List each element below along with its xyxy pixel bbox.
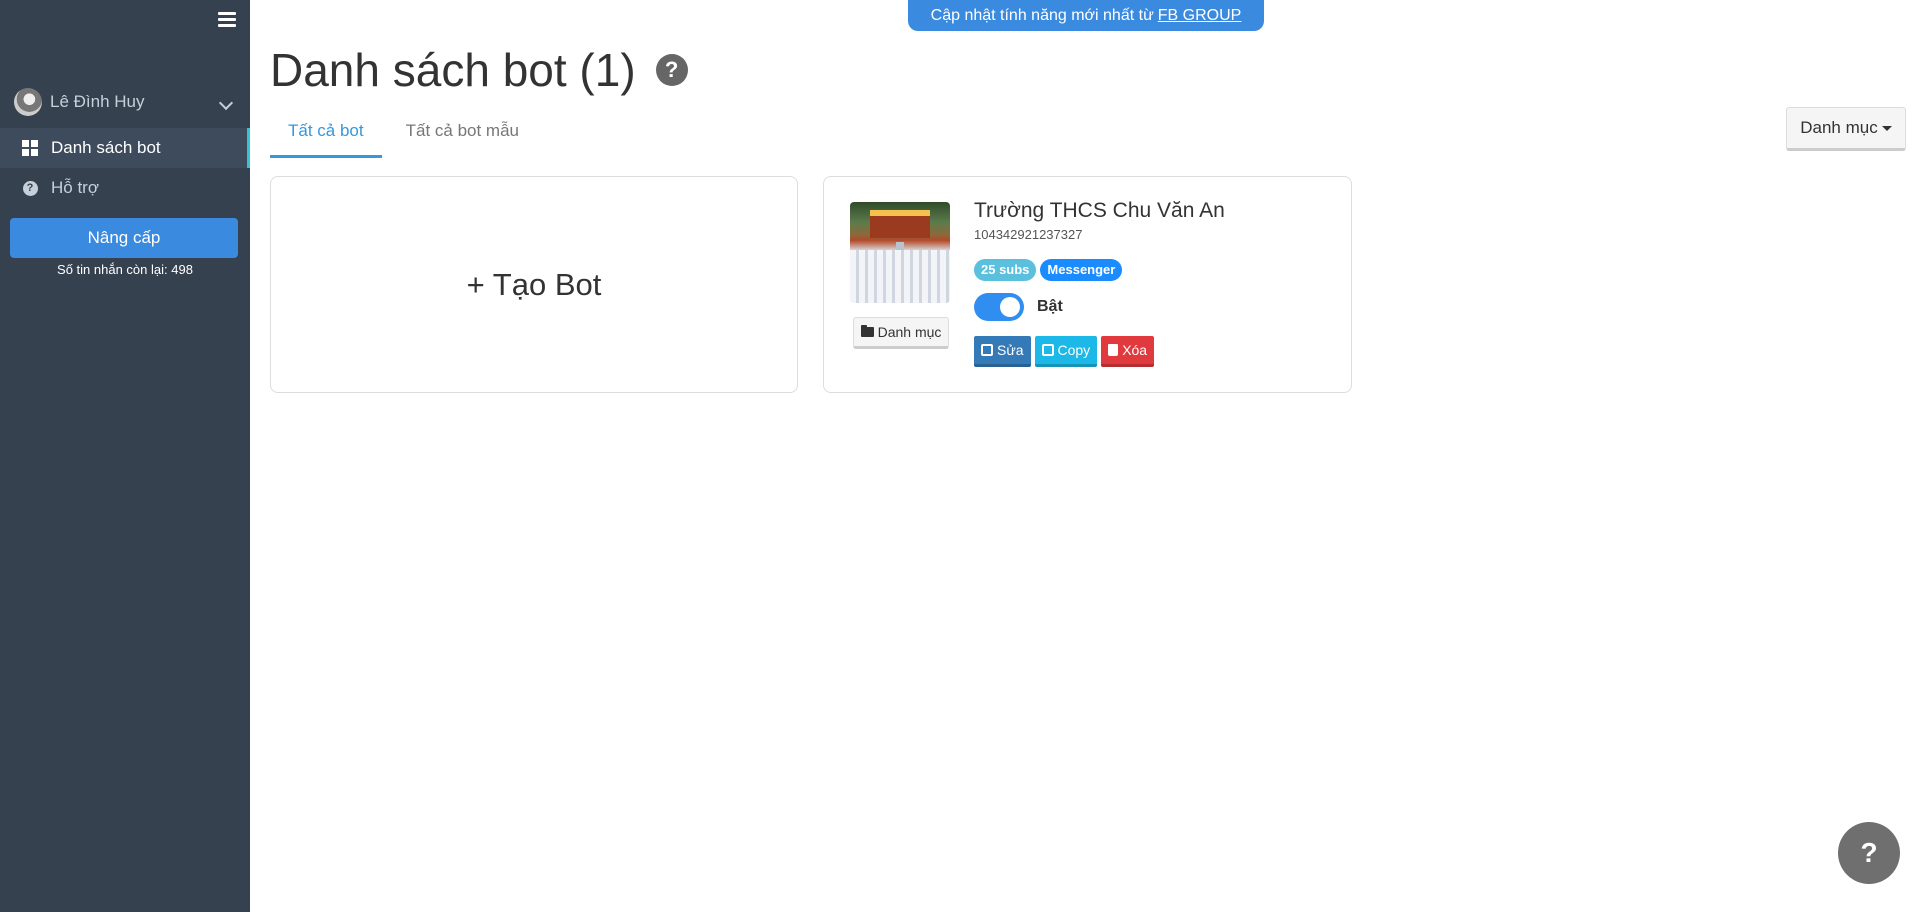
subs-badge: 25 subs <box>974 259 1037 281</box>
platform-badge: Messenger <box>1040 259 1123 281</box>
upgrade-button[interactable]: Nâng cấp <box>10 218 238 258</box>
toggle-label: Bật <box>1037 298 1063 315</box>
sidebar-item-support[interactable]: ? Hỗ trợ <box>0 168 250 208</box>
edit-label: Sửa <box>997 342 1024 358</box>
bot-status-row: Bật <box>974 293 1063 321</box>
trash-icon <box>1108 344 1119 356</box>
chevron-down-icon <box>218 95 234 111</box>
bot-actions: Sửa Copy Xóa <box>974 336 1158 367</box>
sidebar-item-label: Danh sách bot <box>51 138 161 157</box>
edit-icon <box>981 344 993 356</box>
bot-enable-toggle[interactable] <box>974 293 1024 321</box>
copy-icon <box>1041 344 1054 356</box>
menu-toggle-icon[interactable] <box>218 12 236 28</box>
delete-button[interactable]: Xóa <box>1101 336 1155 367</box>
sidebar: Lê Đình Huy Danh sách bot ? Hỗ trợ Nâng … <box>0 0 250 912</box>
caret-down-icon <box>1881 125 1892 131</box>
bot-id: 104342921237327 <box>974 227 1083 242</box>
category-dropdown-button[interactable]: Danh mục <box>1786 107 1906 151</box>
sidebar-item-bot-list[interactable]: Danh sách bot <box>0 128 250 168</box>
tab-all-bots[interactable]: Tất cả bot <box>270 112 382 158</box>
messages-remaining: Số tin nhắn còn lại: 498 <box>57 262 193 277</box>
update-banner: Cập nhật tính năng mới nhất từ FB GROUP <box>908 0 1264 31</box>
category-dropdown-label: Danh mục <box>1800 118 1878 137</box>
user-name: Lê Đình Huy <box>50 92 145 111</box>
copy-button[interactable]: Copy <box>1034 336 1098 367</box>
create-bot-card[interactable]: + Tạo Bot <box>270 176 798 393</box>
page-title: Danh sách bot (1) <box>270 44 636 96</box>
bot-name: Trường THCS Chu Văn An <box>974 199 1225 222</box>
edit-button[interactable]: Sửa <box>974 336 1031 367</box>
help-icon[interactable]: ? <box>655 54 688 86</box>
bot-card: Danh mục Trường THCS Chu Văn An 10434292… <box>823 176 1352 393</box>
bot-category-button[interactable]: Danh mục <box>853 317 949 349</box>
help-fab-button[interactable]: ? <box>1838 822 1900 884</box>
folder-icon <box>860 325 874 337</box>
tab-template-bots[interactable]: Tất cả bot mẫu <box>388 112 537 158</box>
create-bot-label: + Tạo Bot <box>466 266 602 302</box>
sidebar-item-label: Hỗ trợ <box>51 178 99 197</box>
question-circle-icon: ? <box>21 179 39 197</box>
bot-image <box>850 202 950 303</box>
delete-label: Xóa <box>1122 342 1148 358</box>
bot-category-label: Danh mục <box>877 324 942 340</box>
banner-text: Cập nhật tính năng mới nhất từ <box>930 6 1154 24</box>
bot-badges: 25 subs Messenger <box>974 259 1126 281</box>
user-menu[interactable]: Lê Đình Huy <box>14 88 239 116</box>
page-header: Danh sách bot (1) ? <box>270 40 688 100</box>
copy-label: Copy <box>1057 342 1091 358</box>
grid-icon <box>21 139 39 157</box>
tab-bar: Tất cả bot Tất cả bot mẫu <box>270 112 543 158</box>
fb-group-link[interactable]: FB GROUP <box>1158 7 1242 25</box>
avatar <box>14 88 42 116</box>
